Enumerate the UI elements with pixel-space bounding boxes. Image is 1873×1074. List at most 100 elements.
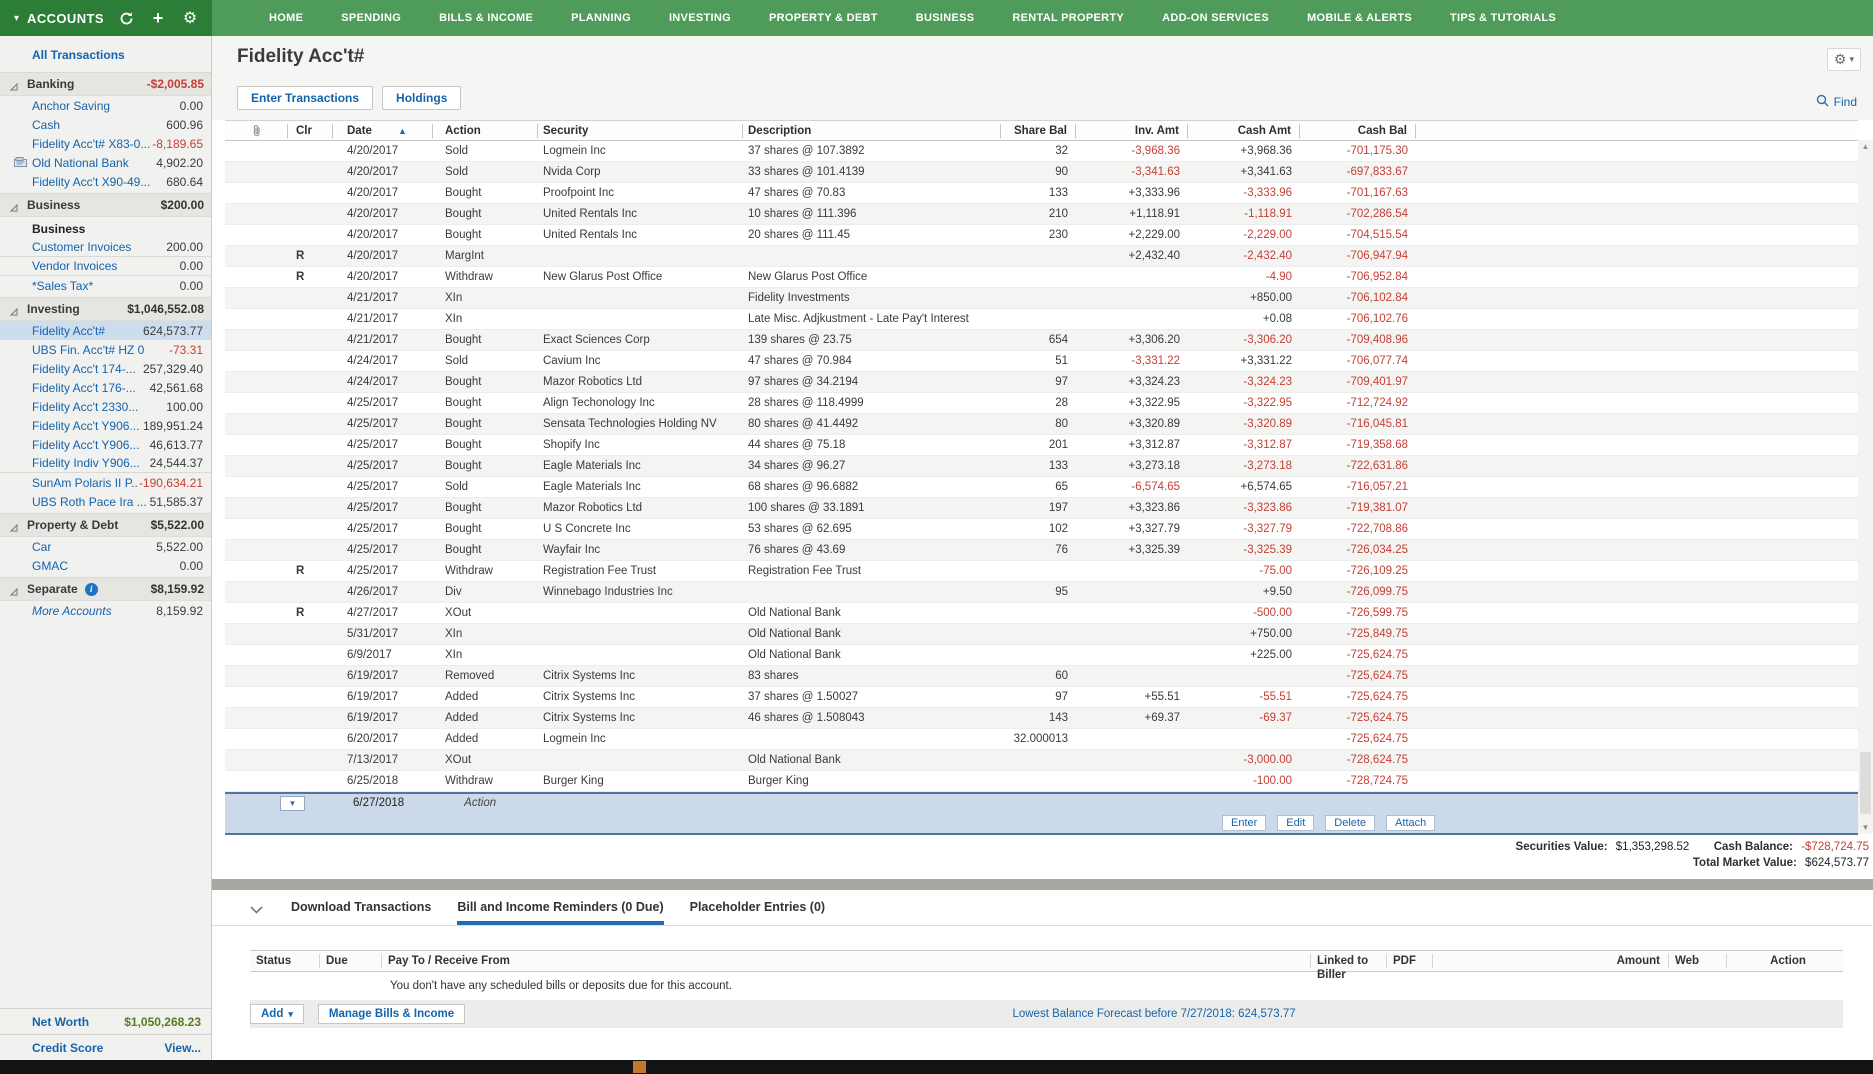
collapse-triangle-icon[interactable] [10,585,18,593]
transaction-row[interactable]: 4/25/2017 Bought U S Concrete Inc 53 sha… [225,519,1858,540]
transaction-row[interactable]: 4/20/2017 Sold Nvida Corp 33 shares @ 10… [225,162,1858,183]
credit-score-view-link[interactable]: View... [164,1041,201,1055]
credit-score-row[interactable]: Credit Score View... [0,1034,211,1060]
attachment-column-header[interactable] [225,124,288,138]
nav-item[interactable]: BILLS & INCOME [420,0,552,36]
holdings-button[interactable]: Holdings [382,86,461,110]
scroll-down-icon[interactable]: ▼ [1858,823,1873,832]
status-column-header[interactable]: Status [250,954,320,968]
collapse-triangle-icon[interactable] [10,521,18,529]
transaction-edit-button[interactable]: Attach [1386,815,1435,831]
security-column-header[interactable]: Security [538,124,743,138]
cash-bal-column-header[interactable]: Cash Bal [1300,124,1416,138]
transaction-row[interactable]: R 4/20/2017 Withdraw New Glarus Post Off… [225,267,1858,288]
description-column-header[interactable]: Description [743,124,1001,138]
transaction-row[interactable]: 4/21/2017 XIn Late Misc. Adjkustment - L… [225,309,1858,330]
info-icon[interactable]: i [85,583,98,596]
account-item[interactable]: Anchor Saving 0.00 [0,96,211,115]
clr-dropdown[interactable]: ▼ [280,796,305,811]
nav-item[interactable]: RENTAL PROPERTY [993,0,1143,36]
nav-item[interactable]: TIPS & TUTORIALS [1431,0,1575,36]
taskbar-item[interactable] [633,1061,646,1073]
account-item[interactable]: Old National Bank 4,902.20 [0,153,211,172]
bottom-tab[interactable]: Download Transactions [291,900,431,925]
collapse-triangle-icon[interactable] [10,80,18,88]
action-column-header-reminders[interactable]: Action [1727,954,1843,968]
account-item[interactable]: Fidelity Acc't 174-... 257,329.40 [0,359,211,378]
nav-item[interactable]: PLANNING [552,0,650,36]
nav-item[interactable]: MOBILE & ALERTS [1288,0,1431,36]
enter-transactions-button[interactable]: Enter Transactions [237,86,373,110]
transaction-row[interactable]: R 4/27/2017 XOut Old National Bank -500.… [225,603,1858,624]
scroll-up-icon[interactable]: ▲ [1858,142,1873,151]
action-column-header[interactable]: Action [433,124,538,138]
transaction-row[interactable]: 4/25/2017 Bought Sensata Technologies Ho… [225,414,1858,435]
payto-column-header[interactable]: Pay To / Receive From [382,954,1311,968]
transaction-row[interactable]: 4/20/2017 Sold Logmein Inc 37 shares @ 1… [225,141,1858,162]
account-item[interactable]: Fidelity Acc't 2330... 100.00 [0,397,211,416]
nav-item[interactable]: PROPERTY & DEBT [750,0,897,36]
register-scrollbar[interactable]: ▲ ▼ [1858,140,1873,834]
account-section-header[interactable]: Separate i $8,159.92 [0,577,211,601]
account-section-header[interactable]: Investing i $1,046,552.08 [0,297,211,321]
linked-to-biller-column-header[interactable]: Linked to Biller [1311,954,1387,968]
account-item[interactable]: *Sales Tax* 0.00 [0,276,211,295]
add-account-icon[interactable]: + [150,10,166,26]
transaction-edit-button[interactable]: Enter [1222,815,1266,831]
transaction-row[interactable]: 4/21/2017 Bought Exact Sciences Corp 139… [225,330,1858,351]
add-reminder-button[interactable]: Add ▾ [250,1004,304,1024]
account-item[interactable]: Car 5,522.00 [0,537,211,556]
transaction-row[interactable]: 4/24/2017 Sold Cavium Inc 47 shares @ 70… [225,351,1858,372]
find-control[interactable]: Find [1816,94,1857,110]
collapse-triangle-icon[interactable] [10,201,18,209]
transaction-edit-button[interactable]: Delete [1325,815,1375,831]
transaction-row[interactable]: R 4/20/2017 MargInt +2,432.40 -2,432.40 … [225,246,1858,267]
all-transactions-link[interactable]: All Transactions [0,36,211,70]
manage-bills-button[interactable]: Manage Bills & Income [318,1004,465,1024]
refresh-icon[interactable] [118,10,134,26]
clr-column-header[interactable]: Clr [288,124,333,138]
amount-column-header[interactable]: Amount [1433,954,1669,968]
transaction-row[interactable]: 4/25/2017 Bought Wayfair Inc 76 shares @… [225,540,1858,561]
nav-item[interactable]: SPENDING [322,0,420,36]
scrollbar-thumb[interactable] [1860,752,1871,814]
account-item[interactable]: Fidelity Acc't 176-... 42,561.68 [0,378,211,397]
account-item[interactable]: Customer Invoices 200.00 [0,238,211,257]
nav-item[interactable]: BUSINESS [897,0,994,36]
transaction-row[interactable]: 6/19/2017 Removed Citrix Systems Inc 83 … [225,666,1858,687]
collapse-triangle-icon[interactable] [10,305,18,313]
accounts-dropdown-icon[interactable]: ▾ [14,13,19,24]
web-column-header[interactable]: Web [1669,954,1727,968]
transaction-row[interactable]: R 4/25/2017 Withdraw Registration Fee Tr… [225,561,1858,582]
transaction-row[interactable]: 6/19/2017 Added Citrix Systems Inc 37 sh… [225,687,1858,708]
transaction-row[interactable]: 6/9/2017 XIn Old National Bank +225.00 -… [225,645,1858,666]
panel-splitter[interactable] [212,879,1873,890]
transaction-row[interactable]: 4/24/2017 Bought Mazor Robotics Ltd 97 s… [225,372,1858,393]
transaction-edit-button[interactable]: Edit [1277,815,1314,831]
bottom-tab[interactable]: Placeholder Entries (0) [690,900,825,925]
transaction-row[interactable]: 6/25/2018 Withdraw Burger King Burger Ki… [225,771,1858,792]
account-item[interactable]: Fidelity Acc't X90-49... 680.64 [0,172,211,191]
account-item[interactable]: Fidelity Indiv Y906... 24,544.37 [0,454,211,473]
account-item[interactable]: UBS Roth Pace Ira ... 51,585.37 [0,492,211,511]
bottom-tab[interactable]: Bill and Income Reminders (0 Due) [457,900,663,925]
transaction-row[interactable]: 5/31/2017 XIn Old National Bank +750.00 … [225,624,1858,645]
transaction-row[interactable]: 4/25/2017 Bought Eagle Materials Inc 34 … [225,456,1858,477]
account-section-header[interactable]: Banking i -$2,005.85 [0,72,211,96]
account-item[interactable]: UBS Fin. Acc't# HZ 0 -73.31 [0,340,211,359]
account-section-header[interactable]: Business i $200.00 [0,193,211,217]
share-bal-column-header[interactable]: Share Bal [1001,124,1076,138]
account-item[interactable]: Fidelity Acc't Y906... 46,613.77 [0,435,211,454]
transaction-row[interactable]: 4/25/2017 Bought Mazor Robotics Ltd 100 … [225,498,1858,519]
transaction-row[interactable]: 4/25/2017 Bought Align Techonology Inc 2… [225,393,1858,414]
inv-amt-column-header[interactable]: Inv. Amt [1076,124,1188,138]
transaction-row[interactable]: 4/21/2017 XIn Fidelity Investments +850.… [225,288,1858,309]
new-transaction-action-placeholder[interactable]: Action [464,797,496,809]
cash-amt-column-header[interactable]: Cash Amt [1188,124,1300,138]
lowest-balance-forecast-link[interactable]: Lowest Balance Forecast before 7/27/2018… [465,1008,1843,1020]
account-item[interactable]: More Accounts 8,159.92 [0,601,211,620]
register-settings-button[interactable]: ⚙ ▾ [1827,48,1861,71]
account-section-header[interactable]: Property & Debt i $5,522.00 [0,513,211,537]
account-item[interactable]: Cash 600.96 [0,115,211,134]
transaction-row[interactable]: 4/20/2017 Bought United Rentals Inc 20 s… [225,225,1858,246]
